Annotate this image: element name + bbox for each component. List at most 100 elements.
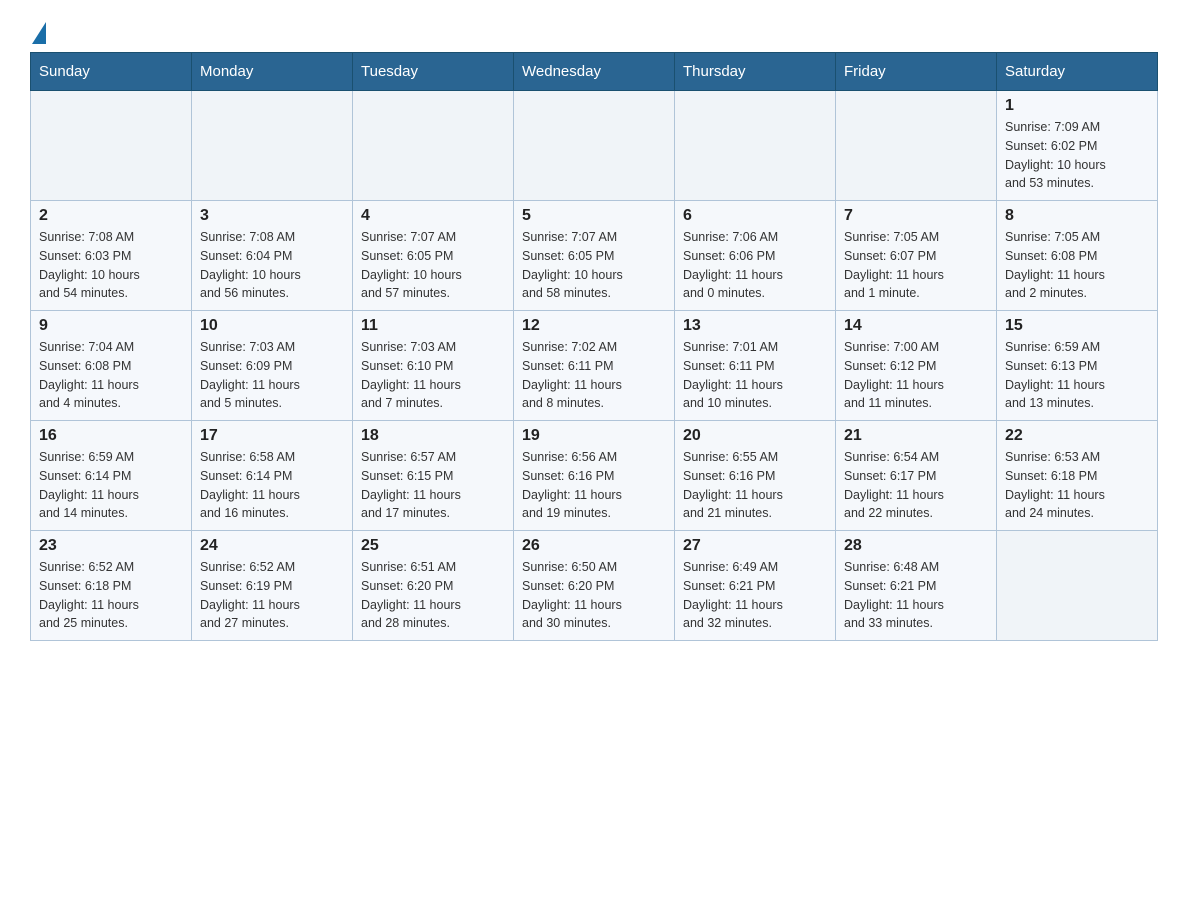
day-info: Sunrise: 6:48 AMSunset: 6:21 PMDaylight:… [844,558,988,633]
page-header [30,20,1158,42]
calendar-cell: 4 Sunrise: 7:07 AMSunset: 6:05 PMDaylight… [353,201,514,311]
day-number: 14 [844,317,988,335]
calendar-week-row: 2 Sunrise: 7:08 AMSunset: 6:03 PMDaylight… [31,201,1158,311]
day-info: Sunrise: 6:53 AMSunset: 6:18 PMDaylight:… [1005,448,1149,523]
day-number: 27 [683,537,827,555]
day-info: Sunrise: 7:07 AMSunset: 6:05 PMDaylight:… [522,228,666,303]
logo [30,20,46,42]
calendar-cell: 27 Sunrise: 6:49 AMSunset: 6:21 PMDayligh… [675,531,836,641]
day-info: Sunrise: 7:06 AMSunset: 6:06 PMDaylight:… [683,228,827,303]
calendar-cell: 9 Sunrise: 7:04 AMSunset: 6:08 PMDaylight… [31,311,192,421]
calendar-cell: 16 Sunrise: 6:59 AMSunset: 6:14 PMDayligh… [31,421,192,531]
weekday-header-sunday: Sunday [31,53,192,91]
day-info: Sunrise: 7:01 AMSunset: 6:11 PMDaylight:… [683,338,827,413]
day-number: 9 [39,317,183,335]
day-info: Sunrise: 6:51 AMSunset: 6:20 PMDaylight:… [361,558,505,633]
calendar-cell: 6 Sunrise: 7:06 AMSunset: 6:06 PMDaylight… [675,201,836,311]
day-number: 12 [522,317,666,335]
calendar-cell: 13 Sunrise: 7:01 AMSunset: 6:11 PMDayligh… [675,311,836,421]
calendar-cell: 21 Sunrise: 6:54 AMSunset: 6:17 PMDayligh… [836,421,997,531]
weekday-header-friday: Friday [836,53,997,91]
calendar-cell: 15 Sunrise: 6:59 AMSunset: 6:13 PMDayligh… [997,311,1158,421]
day-info: Sunrise: 7:04 AMSunset: 6:08 PMDaylight:… [39,338,183,413]
calendar-cell: 26 Sunrise: 6:50 AMSunset: 6:20 PMDayligh… [514,531,675,641]
weekday-header-thursday: Thursday [675,53,836,91]
day-info: Sunrise: 6:52 AMSunset: 6:19 PMDaylight:… [200,558,344,633]
day-number: 16 [39,427,183,445]
day-number: 17 [200,427,344,445]
day-info: Sunrise: 7:00 AMSunset: 6:12 PMDaylight:… [844,338,988,413]
calendar-week-row: 16 Sunrise: 6:59 AMSunset: 6:14 PMDayligh… [31,421,1158,531]
day-number: 2 [39,207,183,225]
day-info: Sunrise: 7:05 AMSunset: 6:07 PMDaylight:… [844,228,988,303]
day-info: Sunrise: 7:03 AMSunset: 6:09 PMDaylight:… [200,338,344,413]
calendar-week-row: 23Sunrise: 6:52 AMSunset: 6:18 PMDayligh… [31,531,1158,641]
calendar-cell: 11Sunrise: 7:03 AMSunset: 6:10 PMDayligh… [353,311,514,421]
calendar-cell: 24 Sunrise: 6:52 AMSunset: 6:19 PMDayligh… [192,531,353,641]
day-number: 13 [683,317,827,335]
day-info: Sunrise: 6:50 AMSunset: 6:20 PMDaylight:… [522,558,666,633]
calendar-cell [192,91,353,201]
weekday-header-monday: Monday [192,53,353,91]
day-number: 7 [844,207,988,225]
day-number: 6 [683,207,827,225]
calendar-cell: 7 Sunrise: 7:05 AMSunset: 6:07 PMDaylight… [836,201,997,311]
weekday-header-tuesday: Tuesday [353,53,514,91]
calendar-cell: 23Sunrise: 6:52 AMSunset: 6:18 PMDayligh… [31,531,192,641]
day-info: Sunrise: 6:59 AMSunset: 6:14 PMDaylight:… [39,448,183,523]
calendar-cell [997,531,1158,641]
day-info: Sunrise: 6:56 AMSunset: 6:16 PMDaylight:… [522,448,666,523]
day-number: 1 [1005,97,1149,115]
day-info: Sunrise: 7:07 AMSunset: 6:05 PMDaylight:… [361,228,505,303]
calendar-cell: 14 Sunrise: 7:00 AMSunset: 6:12 PMDayligh… [836,311,997,421]
logo-triangle-icon [32,22,46,44]
day-number: 10 [200,317,344,335]
day-info: Sunrise: 6:57 AMSunset: 6:15 PMDaylight:… [361,448,505,523]
calendar-cell: 12 Sunrise: 7:02 AMSunset: 6:11 PMDayligh… [514,311,675,421]
day-number: 25 [361,537,505,555]
calendar-table: SundayMondayTuesdayWednesdayThursdayFrid… [30,52,1158,641]
day-info: Sunrise: 7:03 AMSunset: 6:10 PMDaylight:… [361,338,505,413]
calendar-cell: 2 Sunrise: 7:08 AMSunset: 6:03 PMDaylight… [31,201,192,311]
day-info: Sunrise: 6:55 AMSunset: 6:16 PMDaylight:… [683,448,827,523]
day-number: 15 [1005,317,1149,335]
day-number: 4 [361,207,505,225]
calendar-cell: 3 Sunrise: 7:08 AMSunset: 6:04 PMDaylight… [192,201,353,311]
calendar-cell: 18 Sunrise: 6:57 AMSunset: 6:15 PMDayligh… [353,421,514,531]
weekday-header-saturday: Saturday [997,53,1158,91]
calendar-cell: 19 Sunrise: 6:56 AMSunset: 6:16 PMDayligh… [514,421,675,531]
calendar-cell: 28 Sunrise: 6:48 AMSunset: 6:21 PMDayligh… [836,531,997,641]
day-info: Sunrise: 7:09 AMSunset: 6:02 PMDaylight:… [1005,118,1149,193]
day-number: 26 [522,537,666,555]
day-info: Sunrise: 7:05 AMSunset: 6:08 PMDaylight:… [1005,228,1149,303]
weekday-header-wednesday: Wednesday [514,53,675,91]
day-info: Sunrise: 7:02 AMSunset: 6:11 PMDaylight:… [522,338,666,413]
day-info: Sunrise: 7:08 AMSunset: 6:04 PMDaylight:… [200,228,344,303]
day-info: Sunrise: 6:58 AMSunset: 6:14 PMDaylight:… [200,448,344,523]
calendar-cell [514,91,675,201]
day-number: 28 [844,537,988,555]
calendar-cell: 10 Sunrise: 7:03 AMSunset: 6:09 PMDayligh… [192,311,353,421]
day-number: 8 [1005,207,1149,225]
day-number: 3 [200,207,344,225]
day-number: 18 [361,427,505,445]
day-info: Sunrise: 6:59 AMSunset: 6:13 PMDaylight:… [1005,338,1149,413]
day-info: Sunrise: 6:49 AMSunset: 6:21 PMDaylight:… [683,558,827,633]
calendar-cell [836,91,997,201]
day-info: Sunrise: 7:08 AMSunset: 6:03 PMDaylight:… [39,228,183,303]
day-number: 21 [844,427,988,445]
day-number: 24 [200,537,344,555]
day-number: 22 [1005,427,1149,445]
calendar-cell: 5Sunrise: 7:07 AMSunset: 6:05 PMDaylight… [514,201,675,311]
calendar-cell: 22 Sunrise: 6:53 AMSunset: 6:18 PMDayligh… [997,421,1158,531]
day-info: Sunrise: 6:52 AMSunset: 6:18 PMDaylight:… [39,558,183,633]
calendar-cell: 1 Sunrise: 7:09 AMSunset: 6:02 PMDaylight… [997,91,1158,201]
calendar-cell: 20Sunrise: 6:55 AMSunset: 6:16 PMDayligh… [675,421,836,531]
day-number: 19 [522,427,666,445]
calendar-cell: 17 Sunrise: 6:58 AMSunset: 6:14 PMDayligh… [192,421,353,531]
calendar-cell [31,91,192,201]
calendar-cell: 25 Sunrise: 6:51 AMSunset: 6:20 PMDayligh… [353,531,514,641]
day-info: Sunrise: 6:54 AMSunset: 6:17 PMDaylight:… [844,448,988,523]
calendar-week-row: 9 Sunrise: 7:04 AMSunset: 6:08 PMDaylight… [31,311,1158,421]
calendar-cell: 8 Sunrise: 7:05 AMSunset: 6:08 PMDaylight… [997,201,1158,311]
